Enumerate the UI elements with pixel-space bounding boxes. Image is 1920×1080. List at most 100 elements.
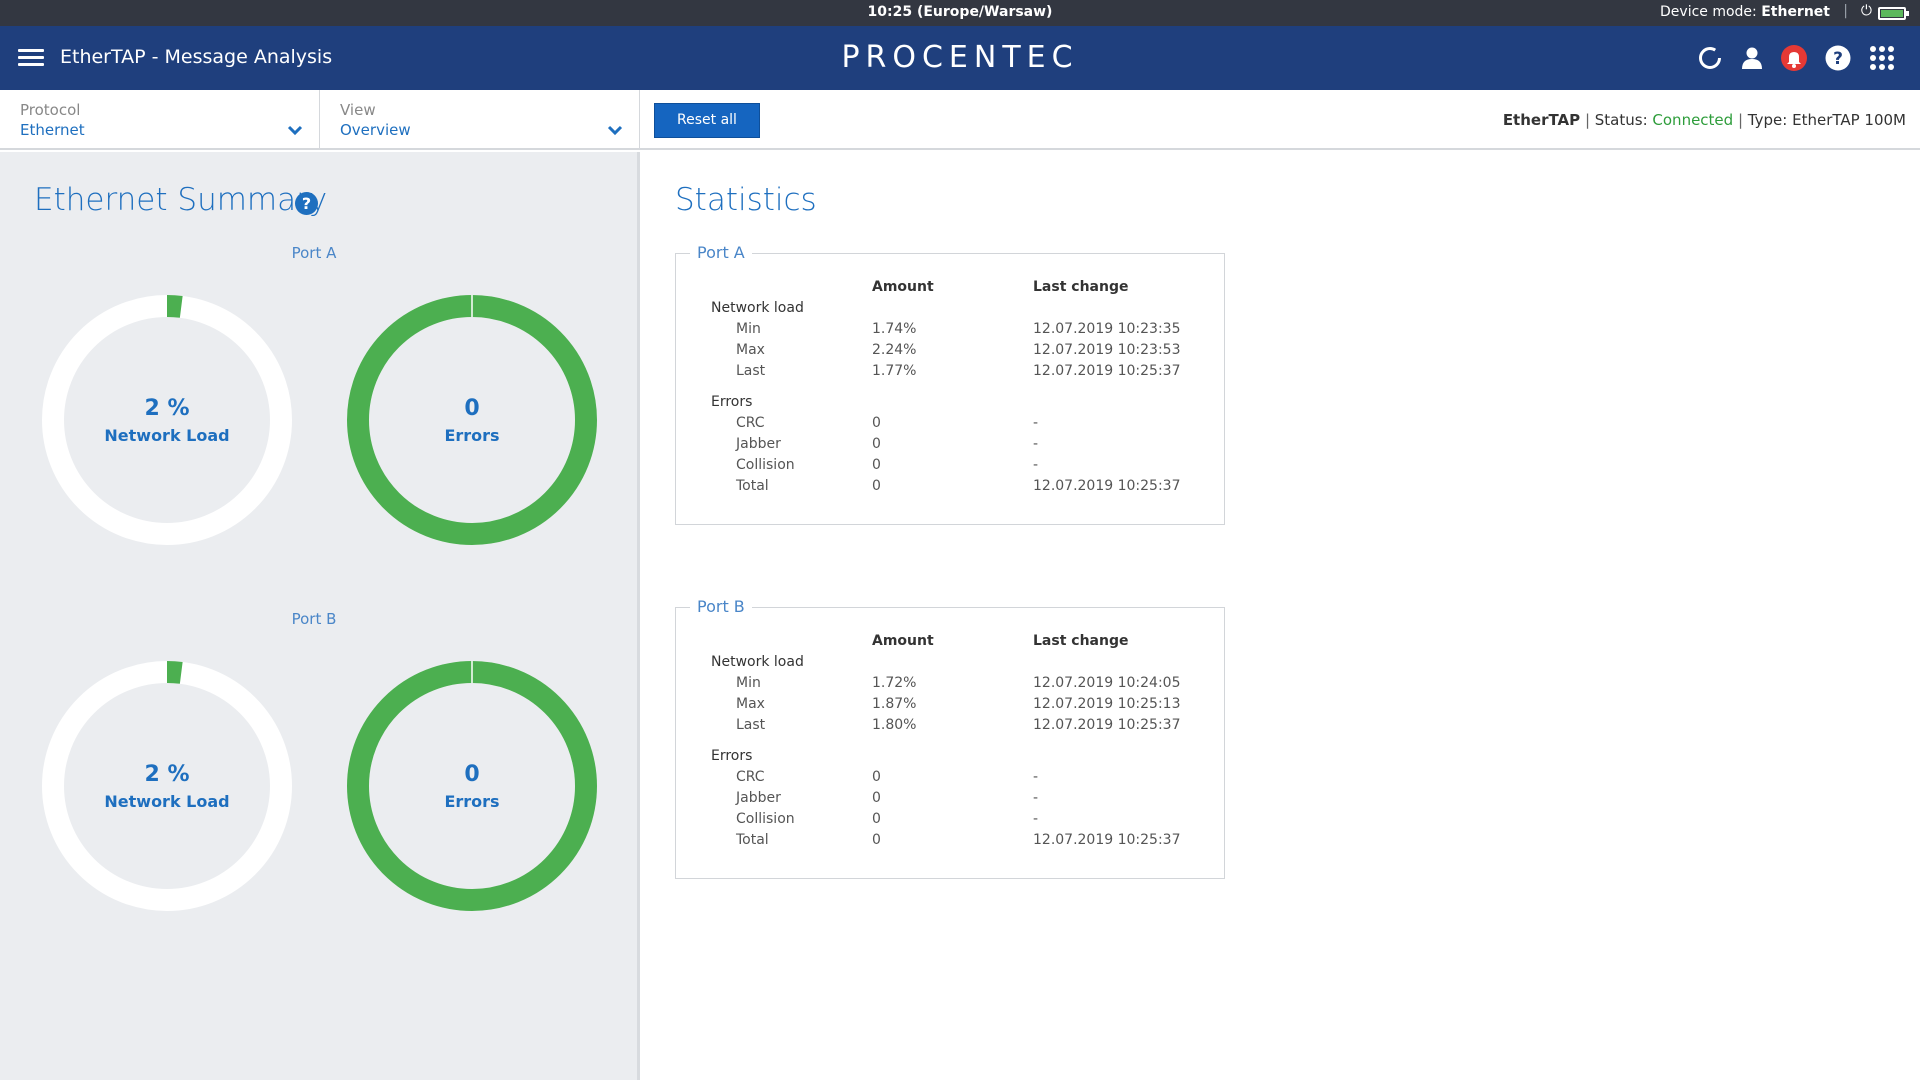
battery-icon (1878, 7, 1909, 20)
view-value: Overview (340, 121, 411, 139)
notification-bell-icon[interactable] (1780, 44, 1808, 72)
stats-row-last-change: 12.07.2019 10:25:37 (1033, 717, 1181, 733)
view-label: View (340, 101, 376, 119)
stats-row-label: Last (736, 363, 766, 379)
amount-column-header: Amount (872, 279, 934, 295)
clock-timezone: 10:25 (Europe/Warsaw) (867, 4, 1053, 20)
device-type-value: EtherTAP 100M (1792, 111, 1906, 129)
stats-row-label: Jabber (736, 436, 781, 452)
stats-row-last-change: - (1033, 457, 1039, 473)
stats-row-last-change: 12.07.2019 10:23:35 (1033, 321, 1181, 337)
port-b-load-label: Network Load (104, 792, 230, 811)
stats-row-last-change: 12.07.2019 10:23:53 (1033, 342, 1181, 358)
port-a-errors-gauge: 0 Errors (344, 292, 600, 548)
stats-row-label: Max (736, 696, 765, 712)
stats-row-amount: 0 (872, 457, 881, 473)
stats-row-last-change: - (1033, 790, 1039, 806)
port-a-errors-value: 0 (464, 396, 480, 421)
app-header: EtherTAP - Message Analysis PROCENTEC ? (0, 26, 1920, 90)
chevron-down-icon (607, 125, 623, 136)
stats-row-label: Total (736, 478, 769, 494)
port-b-load-value: 2 % (144, 762, 190, 787)
amount-column-header: Amount (872, 633, 934, 649)
stats-row-label: Collision (736, 811, 795, 827)
chevron-down-icon (287, 125, 303, 136)
stats-row-last-change: 12.07.2019 10:25:37 (1033, 478, 1181, 494)
summary-help-icon[interactable]: ? (295, 192, 318, 215)
stats-row-label: CRC (736, 415, 765, 431)
system-status-bar: 10:25 (Europe/Warsaw) Device mode: Ether… (0, 0, 1920, 26)
device-status-label: Status: (1594, 111, 1648, 129)
help-icon[interactable]: ? (1824, 44, 1852, 72)
port-a-network-load-gauge: 2 % Network Load (39, 292, 295, 548)
port-a-load-value: 2 % (144, 396, 190, 421)
apps-grid-icon[interactable] (1868, 44, 1896, 72)
port-b-errors-value: 0 (464, 762, 480, 787)
refresh-icon[interactable] (1696, 44, 1724, 72)
stats-row-last-change: - (1033, 436, 1039, 452)
summary-port-b-label: Port B (291, 610, 337, 628)
svg-text:?: ? (1833, 49, 1843, 69)
stats-row-label: Total (736, 832, 769, 848)
stats-row-amount: 1.80% (872, 717, 917, 733)
device-mode-value: Ethernet (1761, 4, 1830, 20)
protocol-value: Ethernet (20, 121, 85, 139)
last-change-column-header: Last change (1033, 633, 1129, 649)
stats-row-label: Min (736, 321, 761, 337)
status-divider: | (1843, 3, 1848, 19)
port-a-load-label: Network Load (104, 426, 230, 445)
stats-row-last-change: 12.07.2019 10:25:37 (1033, 363, 1181, 379)
port-b-errors-gauge: 0 Errors (344, 658, 600, 914)
stats-row-amount: 0 (872, 811, 881, 827)
stats-row-label: Max (736, 342, 765, 358)
user-icon[interactable] (1738, 44, 1766, 72)
stats-row-amount: 0 (872, 832, 881, 848)
device-mode-label: Device mode: (1660, 4, 1757, 20)
stats-row-last-change: - (1033, 811, 1039, 827)
reset-all-button[interactable]: Reset all (654, 103, 760, 138)
port-a-legend: Port A (690, 243, 752, 262)
header-actions: ? (1696, 44, 1906, 72)
ethernet-summary-panel: Ethernet Summary ? Port A 2 % Network Lo… (0, 152, 640, 1080)
stats-row-last-change: - (1033, 415, 1039, 431)
stats-row-amount: 1.74% (872, 321, 917, 337)
stats-row-amount: 0 (872, 769, 881, 785)
power-plug-icon: ⏻ (1860, 3, 1872, 19)
statistics-title: Statistics (675, 182, 817, 218)
stats-row-amount: 2.24% (872, 342, 917, 358)
port-b-statistics: Port B Amount Last change Network load Min 1… (675, 597, 1225, 879)
stats-row-label: Collision (736, 457, 795, 473)
port-b-legend: Port B (690, 597, 752, 616)
stats-row-label: Last (736, 717, 766, 733)
stats-row-label: CRC (736, 769, 765, 785)
stats-section-label: Network load (711, 300, 804, 316)
device-type-label: Type: (1747, 111, 1788, 129)
stats-row-last-change: 12.07.2019 10:25:13 (1033, 696, 1181, 712)
stats-row-amount: 1.77% (872, 363, 917, 379)
last-change-column-header: Last change (1033, 279, 1129, 295)
port-b-network-load-gauge: 2 % Network Load (39, 658, 295, 914)
port-b-errors-label: Errors (444, 792, 500, 811)
battery-level (1881, 10, 1903, 17)
stats-row-amount: 0 (872, 478, 881, 494)
stats-row-last-change: 12.07.2019 10:25:37 (1033, 832, 1181, 848)
stats-row-label: Jabber (736, 790, 781, 806)
summary-title: Ethernet Summary (34, 182, 328, 218)
stats-section-label: Network load (711, 654, 804, 670)
device-info: EtherTAP | Status: Connected | Type: Eth… (1502, 111, 1906, 129)
stats-row-last-change: - (1033, 769, 1039, 785)
port-a-errors-label: Errors (444, 426, 500, 445)
protocol-label: Protocol (20, 101, 81, 119)
stats-row-label: Min (736, 675, 761, 691)
summary-port-a-label: Port A (291, 244, 337, 262)
view-select[interactable]: View Overview (320, 90, 640, 148)
device-status-value: Connected (1652, 111, 1734, 129)
device-mode: Device mode: Ethernet (1660, 4, 1830, 20)
stats-row-amount: 0 (872, 436, 881, 452)
stats-row-amount: 0 (872, 415, 881, 431)
stats-row-amount: 1.72% (872, 675, 917, 691)
stats-section-label: Errors (711, 748, 753, 764)
stats-row-last-change: 12.07.2019 10:24:05 (1033, 675, 1181, 691)
procentec-logo: PROCENTEC (841, 40, 1079, 75)
protocol-select[interactable]: Protocol Ethernet (0, 90, 320, 148)
